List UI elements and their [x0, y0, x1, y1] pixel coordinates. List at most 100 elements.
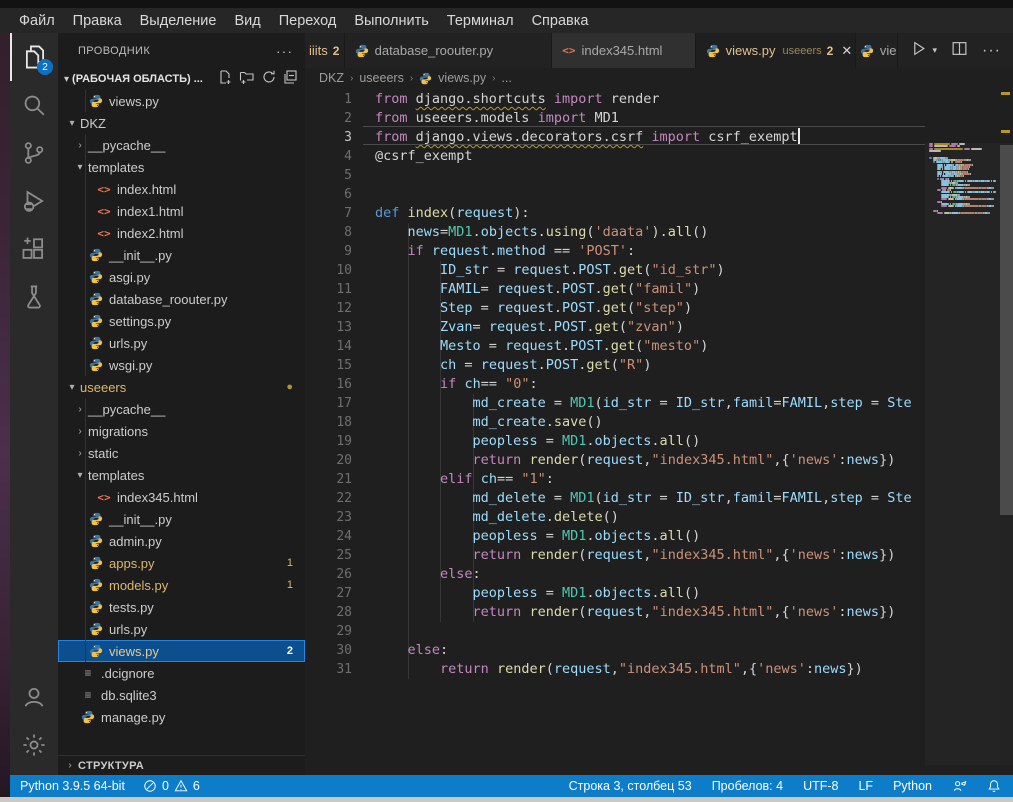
tree-item-templates[interactable]: ▾templates [58, 156, 305, 178]
line-number: 2 [305, 109, 352, 128]
tree-item-index.html[interactable]: <>index.html [58, 178, 305, 200]
menu-item-7[interactable]: Терминал [438, 11, 523, 31]
tree-item-admin.py[interactable]: admin.py [58, 530, 305, 552]
status-cursor-position[interactable]: Строка 3, столбец 53 [569, 779, 692, 793]
line-number: 8 [305, 223, 352, 242]
close-icon[interactable]: ✕ [841, 43, 852, 59]
tree-item-index2.html[interactable]: <>index2.html [58, 222, 305, 244]
tree-item-manage.py[interactable]: manage.py [58, 706, 305, 728]
tree-item-urls.py[interactable]: urls.py [58, 618, 305, 640]
tree-item-apps.py[interactable]: apps.py1 [58, 552, 305, 574]
tree-item-urls.py[interactable]: urls.py [58, 332, 305, 354]
explorer-more-actions-button[interactable]: ··· [276, 43, 293, 59]
tree-item-models.py[interactable]: models.py1 [58, 574, 305, 596]
vertical-scrollbar[interactable] [1000, 143, 1013, 765]
run-python-button[interactable] [910, 40, 927, 62]
breadcrumb-item[interactable]: DKZ [319, 71, 344, 85]
tree-item-label: __init__.py [109, 512, 172, 527]
tree-item-.dcignore[interactable]: ≡.dcignore [58, 662, 305, 684]
menu-item-3[interactable]: Выделение [131, 11, 226, 31]
minimap-column[interactable] [925, 143, 1000, 765]
tree-item-migrations[interactable]: ›migrations [58, 420, 305, 442]
status-notifications[interactable] [987, 779, 1001, 793]
activity-run-debug[interactable] [10, 177, 58, 225]
outline-section-header[interactable]: › СТРУКТУРА [58, 755, 305, 775]
python-interpreter-status[interactable]: Python 3.9.5 64-bit [20, 779, 125, 793]
tab-views.py[interactable]: views.pyuseeers2✕ [696, 33, 856, 68]
tree-item-static[interactable]: ›static [58, 442, 305, 464]
tree-item-views.py[interactable]: views.py2 [58, 640, 305, 662]
tree-indent-guide [85, 244, 86, 266]
tree-item-views.py[interactable]: views.py [58, 90, 305, 112]
code-line: def index(request): [375, 204, 529, 223]
menu-item-2[interactable]: Правка [64, 11, 131, 31]
tree-item-templates[interactable]: ▾templates [58, 464, 305, 486]
menu-item-5[interactable]: Переход [270, 11, 346, 31]
tree-item-asgi.py[interactable]: asgi.py [58, 266, 305, 288]
breadcrumb-item[interactable]: useeers [359, 71, 403, 85]
menu-item-1[interactable]: Файл [10, 11, 64, 31]
tree-item-DKZ[interactable]: ▾DKZ [58, 112, 305, 134]
tab-vie[interactable]: vie [856, 33, 899, 68]
run-dropdown-chevron[interactable]: ▾ [932, 45, 937, 56]
explorer-title-row: ПРОВОДНИК ··· [58, 33, 305, 68]
tab-description: useeers [783, 45, 822, 57]
python-icon [88, 621, 104, 637]
tab-database_roouter.py[interactable]: database_roouter.py [345, 33, 553, 68]
activity-explorer[interactable]: 2 [10, 33, 58, 81]
activity-extensions[interactable] [10, 225, 58, 273]
tree-item-settings.py[interactable]: settings.py [58, 310, 305, 332]
code-editor[interactable]: 1234567891011121314151617181920212223242… [305, 88, 1013, 765]
refresh-icon[interactable] [261, 69, 277, 90]
overview-ruler-warning-mark [1001, 92, 1010, 95]
vertical-scrollbar-thumb[interactable] [1000, 145, 1013, 515]
tree-item-__pycache__[interactable]: ›__pycache__ [58, 398, 305, 420]
problems-status[interactable]: 06 [143, 779, 200, 793]
code-line: if request.method == 'POST': [375, 242, 635, 261]
activity-search[interactable] [10, 81, 58, 129]
minimap[interactable] [929, 143, 997, 221]
breadcrumb-item[interactable]: ... [501, 71, 511, 85]
tab-iiits[interactable]: iiits2● [305, 33, 345, 68]
tree-item-db.sqlite3[interactable]: ≡db.sqlite3 [58, 684, 305, 706]
extensions-icon [21, 236, 47, 262]
activity-testing[interactable] [10, 273, 58, 321]
menu-item-8[interactable]: Справка [523, 11, 598, 31]
activity-settings[interactable] [10, 721, 58, 769]
split-editor-button[interactable] [951, 40, 968, 62]
tree-item-tests.py[interactable]: tests.py [58, 596, 305, 618]
minimap-line-mark [969, 159, 971, 161]
menu-item-4[interactable]: Вид [225, 11, 269, 31]
tab-badge: 2 [827, 44, 834, 58]
new-file-icon[interactable] [217, 69, 233, 90]
beaker-icon [21, 284, 47, 310]
new-folder-icon[interactable] [239, 69, 255, 90]
tree-item-wsgi.py[interactable]: wsgi.py [58, 354, 305, 376]
tree-item-index1.html[interactable]: <>index1.html [58, 200, 305, 222]
workspace-header[interactable]: ▾ (РАБОЧАЯ ОБЛАСТЬ) ... [58, 68, 305, 90]
tab-index345.html[interactable]: <>index345.html [552, 33, 695, 68]
tree-item-__pycache__[interactable]: ›__pycache__ [58, 134, 305, 156]
status-feedback[interactable] [952, 779, 967, 794]
tree-item-label: __pycache__ [88, 402, 165, 417]
code-line: peopless = MD1.objects.all() [375, 527, 700, 546]
tree-item-useeers[interactable]: ▾useeers● [58, 376, 305, 398]
activity-accounts[interactable] [10, 673, 58, 721]
editor-more-actions-button[interactable]: ··· [982, 42, 1001, 60]
tree-item-index345.html[interactable]: <>index345.html [58, 486, 305, 508]
tree-item-__init__.py[interactable]: __init__.py [58, 508, 305, 530]
tree-item-label: useeers [80, 380, 126, 395]
status-indentation[interactable]: Пробелов: 4 [712, 779, 783, 793]
minimap-line-mark [969, 166, 970, 168]
python-icon [80, 709, 96, 725]
tree-item-__init__.py[interactable]: __init__.py [58, 244, 305, 266]
breadcrumb[interactable]: DKZ›useeers›views.py›... [305, 68, 1013, 88]
breadcrumb-item[interactable]: views.py [438, 71, 486, 85]
status-eol[interactable]: LF [858, 779, 873, 793]
status-language-mode[interactable]: Python [893, 779, 932, 793]
tree-item-database_roouter.py[interactable]: database_roouter.py [58, 288, 305, 310]
menu-item-6[interactable]: Выполнить [345, 11, 437, 31]
activity-source-control[interactable] [10, 129, 58, 177]
collapse-all-icon[interactable] [283, 69, 299, 90]
status-encoding[interactable]: UTF-8 [803, 779, 838, 793]
